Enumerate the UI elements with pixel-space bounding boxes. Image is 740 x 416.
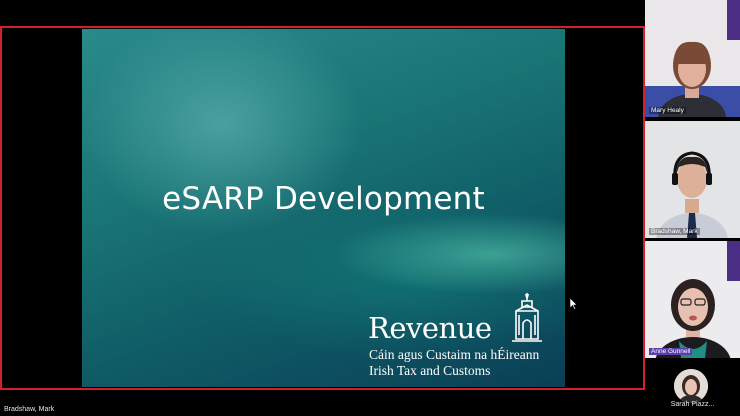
mouse-cursor-icon bbox=[570, 298, 578, 310]
participant-tile[interactable]: Bradshaw, Mark bbox=[645, 121, 740, 238]
video-feed bbox=[645, 121, 740, 238]
slide-title: eSARP Development bbox=[162, 181, 485, 217]
revenue-logo: Revenue Cáin agus Custaim na hÉireann Ir… bbox=[368, 291, 558, 381]
shared-screen-stage[interactable]: eSARP Development Revenue Cáin agus Cust… bbox=[0, 26, 645, 390]
logo-subtitle-english: Irish Tax and Customs bbox=[369, 363, 491, 378]
video-feed bbox=[645, 241, 740, 358]
participant-name: Anne Gunnell bbox=[649, 348, 693, 355]
avatar bbox=[674, 369, 708, 403]
stage-presenter-label: Bradshaw, Mark bbox=[4, 406, 55, 413]
participant-name: Mary Healy bbox=[649, 107, 686, 114]
participant-avatar[interactable] bbox=[674, 369, 708, 403]
participants-panel: Mary Healy Bradshaw, Mark Anne Gunnell S… bbox=[645, 0, 740, 416]
logo-wordmark: Revenue bbox=[368, 311, 492, 345]
participant-tile[interactable]: Anne Gunnell bbox=[645, 241, 740, 358]
participant-thumbnail-name: Sarah Piazz... bbox=[670, 401, 715, 408]
participant-tile[interactable]: Mary Healy bbox=[645, 0, 740, 117]
logo-subtitle-irish: Cáin agus Custaim na hÉireann bbox=[369, 347, 540, 362]
presentation-slide: eSARP Development Revenue Cáin agus Cust… bbox=[82, 29, 565, 387]
harp-building-icon bbox=[512, 293, 542, 342]
video-feed bbox=[645, 0, 740, 117]
participant-name: Bradshaw, Mark bbox=[649, 228, 700, 235]
